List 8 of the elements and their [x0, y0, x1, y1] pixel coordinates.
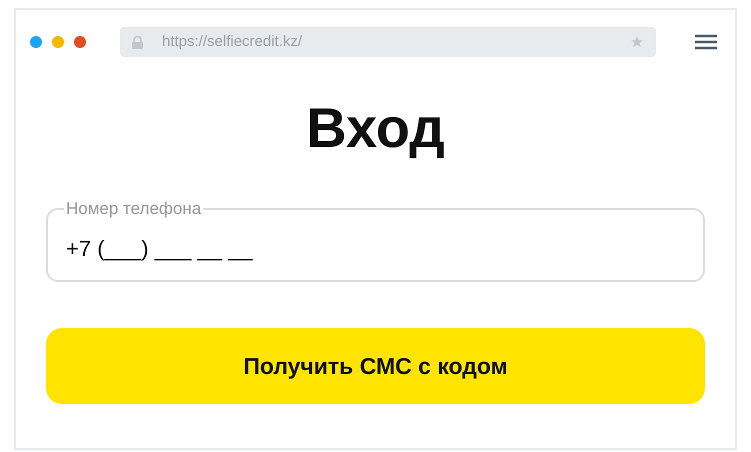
lock-icon	[132, 36, 143, 48]
get-sms-button[interactable]: Получить СМС с кодом	[46, 328, 705, 404]
menu-icon[interactable]	[695, 34, 717, 50]
page-title: Вход	[306, 100, 445, 156]
url-text: https://selfiecredit.kz/	[162, 32, 302, 52]
phone-label: Номер телефона	[65, 198, 202, 220]
phone-input[interactable]: +7 (___) ___ __ __	[66, 232, 685, 264]
star-icon[interactable]	[630, 35, 644, 49]
